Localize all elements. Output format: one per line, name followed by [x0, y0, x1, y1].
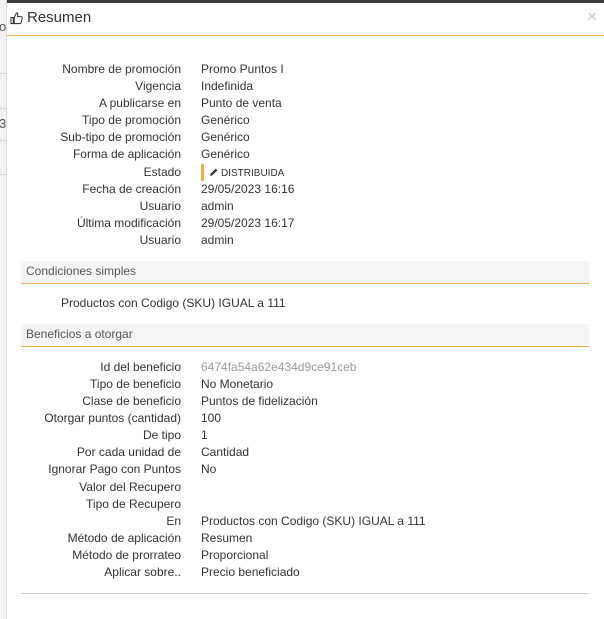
background-divider [0, 73, 7, 74]
dialog-title: Resumen [27, 9, 92, 26]
benefit-row: De tipo 1 [7, 427, 604, 444]
benefit-row: En Productos con Codigo (SKU) IGUAL a 11… [7, 513, 604, 530]
field-label: Id del beneficio [100, 360, 181, 374]
summary-row: Sub-tipo de promoción Genérico [7, 129, 604, 146]
background-page-strip: o 3 [0, 0, 7, 619]
summary-row: A publicarse en Punto de venta [7, 95, 604, 112]
summary-row: Vigencia Indefinida [7, 78, 604, 95]
field-value: Genérico [201, 113, 250, 127]
field-label: Última modificación [76, 216, 181, 230]
benefit-row: Otorgar puntos (cantidad) 100 [7, 410, 604, 427]
field-label: Tipo de Recupero [86, 497, 181, 511]
field-label: Por cada unidad de [76, 445, 181, 459]
field-value: Productos con Codigo (SKU) IGUAL a 111 [201, 514, 426, 528]
benefit-row: Valor del Recupero [7, 479, 604, 496]
thumbs-up-icon [10, 12, 23, 25]
pencil-icon [210, 168, 218, 176]
benefit-row: Método de prorrateo Proporcional [7, 547, 604, 564]
field-label: Otorgar puntos (cantidad) [44, 411, 181, 425]
field-value: 1 [201, 428, 208, 442]
field-label: Método de prorrateo [72, 548, 181, 562]
benefit-row: Método de aplicación Resumen [7, 530, 604, 547]
benefit-row: Ignorar Pago con Puntos No [7, 461, 604, 478]
benefit-row: Tipo de beneficio No Monetario [7, 376, 604, 393]
field-label: Tipo de beneficio [90, 377, 181, 391]
field-value: Proporcional [201, 548, 269, 562]
field-value: No [201, 462, 217, 476]
field-label: A publicarse en [98, 96, 181, 110]
summary-row-status: Estado DISTRIBUIDA [7, 164, 604, 181]
condition-item: Productos con Codigo (SKU) IGUAL a 111 [61, 296, 286, 310]
field-label: Nombre de promoción [62, 62, 181, 76]
summary-row: Usuario admin [7, 232, 604, 249]
field-value: admin [201, 233, 234, 247]
field-label: Vigencia [135, 79, 181, 93]
field-label: De tipo [142, 428, 181, 442]
field-label: Ignorar Pago con Puntos [48, 462, 181, 476]
field-value: Punto de venta [201, 96, 282, 110]
field-label: En [166, 514, 181, 528]
benefit-row: Por cada unidad de Cantidad [7, 444, 604, 461]
field-value: 29/05/2023 16:16 [201, 182, 295, 196]
summary-row: Fecha de creación 29/05/2023 16:16 [7, 181, 604, 198]
summary-row: Última modificación 29/05/2023 16:17 [7, 215, 604, 232]
dialog-footer-divider [21, 593, 589, 594]
field-value: Genérico [201, 130, 250, 144]
field-value: Promo Puntos I [201, 62, 284, 76]
conditions-section-header: Condiciones simples [21, 261, 589, 284]
field-value: Genérico [201, 147, 250, 161]
field-value: admin [201, 199, 234, 213]
status-badge: DISTRIBUIDA [221, 168, 285, 179]
section-title: Condiciones simples [26, 264, 137, 278]
field-value: Puntos de fidelización [201, 394, 318, 408]
summary-row: Usuario admin [7, 198, 604, 215]
field-value: 100 [201, 411, 222, 425]
benefit-row: Tipo de Recupero [7, 496, 604, 513]
field-value: Precio beneficiado [201, 565, 300, 579]
field-label: Estado [143, 165, 181, 179]
section-title: Beneficios a otorgar [26, 327, 133, 341]
background-text-fragment: o [0, 19, 7, 34]
field-label: Valor del Recupero [79, 480, 181, 494]
field-label: Sub-tipo de promoción [60, 130, 181, 144]
background-divider [0, 140, 7, 141]
benefit-row: Clase de beneficio Puntos de fidelizació… [7, 393, 604, 410]
benefit-id-value: 6474fa54a62e434d9ce91ceb [201, 360, 357, 374]
summary-row: Forma de aplicación Genérico [7, 146, 604, 163]
field-label: Usuario [139, 199, 181, 213]
field-value: No Monetario [201, 377, 274, 391]
field-value: Cantidad [201, 445, 250, 459]
summary-dialog: Resumen × Nombre de promoción Promo Punt… [7, 3, 604, 619]
field-label: Aplicar sobre.. [104, 565, 181, 579]
field-label: Clase de beneficio [82, 394, 181, 408]
close-icon[interactable]: × [587, 8, 597, 26]
status-marker [201, 164, 204, 181]
benefit-row: Aplicar sobre.. Precio beneficiado [7, 564, 604, 581]
background-divider [0, 108, 7, 109]
background-text-fragment: 3 [0, 116, 7, 131]
field-label: Forma de aplicación [72, 147, 181, 161]
field-label: Fecha de creación [82, 182, 181, 196]
field-label: Usuario [139, 233, 181, 247]
benefit-row: Id del beneficio 6474fa54a62e434d9ce91ce… [7, 359, 604, 376]
field-value: Resumen [201, 531, 253, 545]
field-label: Tipo de promoción [82, 113, 181, 127]
background-divider [0, 174, 7, 175]
field-value: 29/05/2023 16:17 [201, 216, 295, 230]
benefits-section-header: Beneficios a otorgar [21, 324, 589, 347]
field-label: Método de aplicación [67, 531, 181, 545]
summary-row: Tipo de promoción Genérico [7, 112, 604, 129]
field-value: Indefinida [201, 79, 254, 93]
dialog-header: Resumen × [7, 3, 604, 36]
summary-row: Nombre de promoción Promo Puntos I [7, 61, 604, 78]
